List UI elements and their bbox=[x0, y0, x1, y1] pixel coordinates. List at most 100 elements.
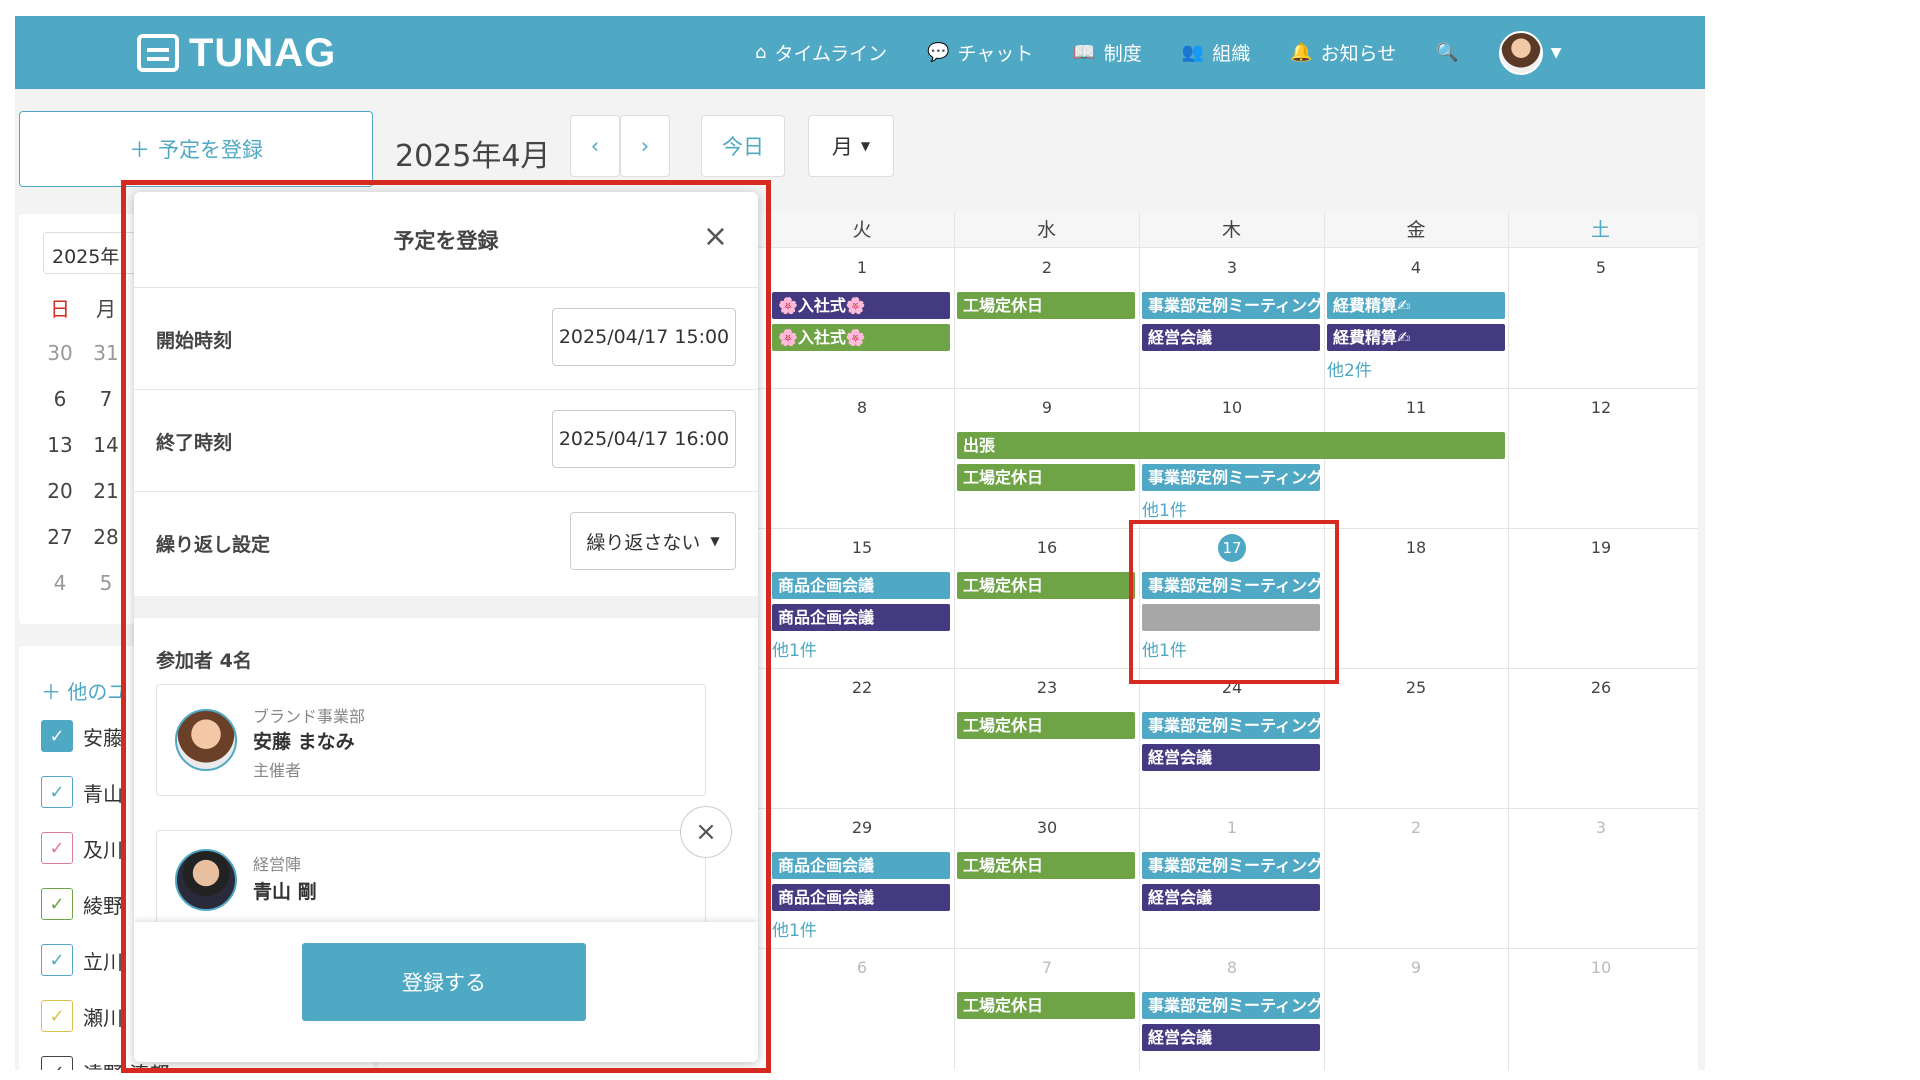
search-button[interactable]: 🔍 bbox=[1436, 43, 1458, 62]
date-number[interactable]: 1 bbox=[1212, 818, 1252, 837]
event-chip[interactable]: 出張 bbox=[957, 432, 1505, 459]
member-checkbox-row[interactable]: ✓ 青山 bbox=[41, 776, 123, 808]
nav-organization[interactable]: 👥 組織 bbox=[1182, 39, 1250, 66]
top-nav: ⌂ タイムライン 💬 チャット 📖 制度 👥 組織 🔔 お知らせ 🔍 ▼ bbox=[755, 16, 1561, 89]
event-chip[interactable]: 事業部定例ミーティング bbox=[1142, 464, 1320, 491]
checkbox[interactable]: ✓ bbox=[41, 776, 73, 808]
member-checkbox-row[interactable]: ✓ 立川 bbox=[41, 944, 123, 976]
weekday-fri: 金 bbox=[1406, 219, 1426, 241]
date-number[interactable]: 23 bbox=[1027, 678, 1067, 697]
event-chip[interactable]: 工場定休日 bbox=[957, 292, 1135, 319]
date-number[interactable]: 4 bbox=[1396, 258, 1436, 277]
date-number[interactable]: 6 bbox=[842, 958, 882, 977]
top-header: TUNAG ⌂ タイムライン 💬 チャット 📖 制度 👥 組織 🔔 お知らせ 🔍 ▼ bbox=[15, 16, 1705, 89]
checkbox-checked[interactable]: ✓ bbox=[41, 720, 73, 752]
event-chip[interactable]: 経営会議 bbox=[1142, 884, 1320, 911]
event-chip[interactable]: 🌸入社式🌸 bbox=[772, 292, 950, 319]
event-chip[interactable]: 経営会議 bbox=[1142, 324, 1320, 351]
date-number[interactable]: 15 bbox=[842, 538, 882, 557]
weekday-wed: 水 bbox=[1036, 219, 1056, 241]
weekday-tue: 火 bbox=[852, 219, 872, 241]
date-number[interactable]: 3 bbox=[1581, 818, 1621, 837]
checkbox[interactable]: ✓ bbox=[41, 888, 73, 920]
date-number[interactable]: 10 bbox=[1581, 958, 1621, 977]
add-event-button[interactable]: ＋ 予定を登録 bbox=[19, 111, 373, 187]
event-chip[interactable]: 事業部定例ミーティング bbox=[1142, 292, 1320, 319]
event-chip[interactable]: 工場定休日 bbox=[957, 992, 1135, 1019]
event-chip[interactable]: 商品企画会議 bbox=[772, 884, 950, 911]
checkbox[interactable]: ✓ bbox=[41, 1056, 73, 1070]
date-number[interactable]: 10 bbox=[1212, 398, 1252, 417]
date-number[interactable]: 11 bbox=[1396, 398, 1436, 417]
mini-day[interactable]: 6 bbox=[37, 387, 83, 411]
date-number[interactable]: 2 bbox=[1396, 818, 1436, 837]
event-chip[interactable]: 経費精算✍ bbox=[1327, 292, 1505, 319]
nav-timeline[interactable]: ⌂ タイムライン bbox=[755, 39, 887, 66]
event-chip[interactable]: 工場定休日 bbox=[957, 572, 1135, 599]
next-month-button[interactable]: › bbox=[620, 115, 670, 177]
date-number[interactable]: 22 bbox=[842, 678, 882, 697]
view-select[interactable]: 月 ▼ bbox=[808, 115, 894, 177]
nav-label: チャット bbox=[957, 43, 1034, 65]
mini-day[interactable]: 13 bbox=[37, 433, 83, 457]
event-chip[interactable]: 商品企画会議 bbox=[772, 852, 950, 879]
date-number[interactable]: 8 bbox=[842, 398, 882, 417]
date-number[interactable]: 9 bbox=[1396, 958, 1436, 977]
nav-chat[interactable]: 💬 チャット bbox=[927, 39, 1033, 66]
date-number[interactable]: 5 bbox=[1581, 258, 1621, 277]
event-chip[interactable]: 事業部定例ミーティング bbox=[1142, 852, 1320, 879]
checkbox[interactable]: ✓ bbox=[41, 944, 73, 976]
mini-day[interactable]: 4 bbox=[37, 571, 83, 595]
event-chip[interactable]: 工場定休日 bbox=[957, 464, 1135, 491]
event-chip[interactable]: 商品企画会議 bbox=[772, 572, 950, 599]
date-number[interactable]: 26 bbox=[1581, 678, 1621, 697]
prev-month-button[interactable]: ‹ bbox=[570, 115, 620, 177]
event-chip[interactable]: 商品企画会議 bbox=[772, 604, 950, 631]
mini-day[interactable]: 20 bbox=[37, 479, 83, 503]
more-events-link[interactable]: 他2件 bbox=[1327, 356, 1372, 381]
checkbox[interactable]: ✓ bbox=[41, 832, 73, 864]
member-checkbox-row[interactable]: ✓ 安藤 bbox=[41, 720, 123, 752]
book-icon: 📖 bbox=[1073, 41, 1096, 63]
date-number[interactable]: 9 bbox=[1027, 398, 1067, 417]
logo[interactable]: TUNAG bbox=[137, 30, 336, 76]
event-chip[interactable]: 経営会議 bbox=[1142, 1024, 1320, 1051]
date-number[interactable]: 29 bbox=[842, 818, 882, 837]
add-other-user-link[interactable]: ＋ 他のユ bbox=[41, 676, 127, 705]
event-chip[interactable]: 🌸入社式🌸 bbox=[772, 324, 950, 351]
chevron-right-icon: › bbox=[640, 134, 650, 158]
member-name: 立川 bbox=[83, 949, 123, 974]
mini-day[interactable]: 30 bbox=[37, 341, 83, 365]
date-number[interactable]: 8 bbox=[1212, 958, 1252, 977]
date-number[interactable]: 30 bbox=[1027, 818, 1067, 837]
nav-notifications[interactable]: 🔔 お知らせ bbox=[1290, 39, 1396, 66]
event-chip[interactable]: 経営会議 bbox=[1142, 744, 1320, 771]
member-checkbox-row[interactable]: ✓ 瀬川 bbox=[41, 1000, 123, 1032]
date-number[interactable]: 1 bbox=[842, 258, 882, 277]
event-chip[interactable]: 経費精算✍ bbox=[1327, 324, 1505, 351]
more-events-link[interactable]: 他1件 bbox=[1142, 496, 1187, 521]
user-menu[interactable]: ▼ bbox=[1498, 30, 1561, 75]
member-checkbox-row[interactable]: ✓ 及川 bbox=[41, 832, 123, 864]
nav-system[interactable]: 📖 制度 bbox=[1073, 39, 1141, 66]
more-events-link[interactable]: 他1件 bbox=[772, 636, 817, 661]
event-chip[interactable]: 事業部定例ミーティング bbox=[1142, 992, 1320, 1019]
event-chip[interactable]: 工場定休日 bbox=[957, 852, 1135, 879]
logo-icon bbox=[137, 34, 179, 72]
checkbox[interactable]: ✓ bbox=[41, 1000, 73, 1032]
date-number[interactable]: 19 bbox=[1581, 538, 1621, 557]
date-number[interactable]: 7 bbox=[1027, 958, 1067, 977]
mini-day[interactable]: 27 bbox=[37, 525, 83, 549]
date-number[interactable]: 2 bbox=[1027, 258, 1067, 277]
event-chip[interactable]: 工場定休日 bbox=[957, 712, 1135, 739]
event-chip[interactable]: 事業部定例ミーティング bbox=[1142, 712, 1320, 739]
date-number[interactable]: 25 bbox=[1396, 678, 1436, 697]
date-number[interactable]: 3 bbox=[1212, 258, 1252, 277]
more-events-link[interactable]: 他1件 bbox=[772, 916, 817, 941]
date-number[interactable]: 16 bbox=[1027, 538, 1067, 557]
date-number[interactable]: 18 bbox=[1396, 538, 1436, 557]
date-number[interactable]: 12 bbox=[1581, 398, 1621, 417]
today-button[interactable]: 今日 bbox=[701, 115, 785, 177]
member-checkbox-row[interactable]: ✓ 綾野 bbox=[41, 888, 123, 920]
weekday-thu: 木 bbox=[1221, 219, 1241, 241]
